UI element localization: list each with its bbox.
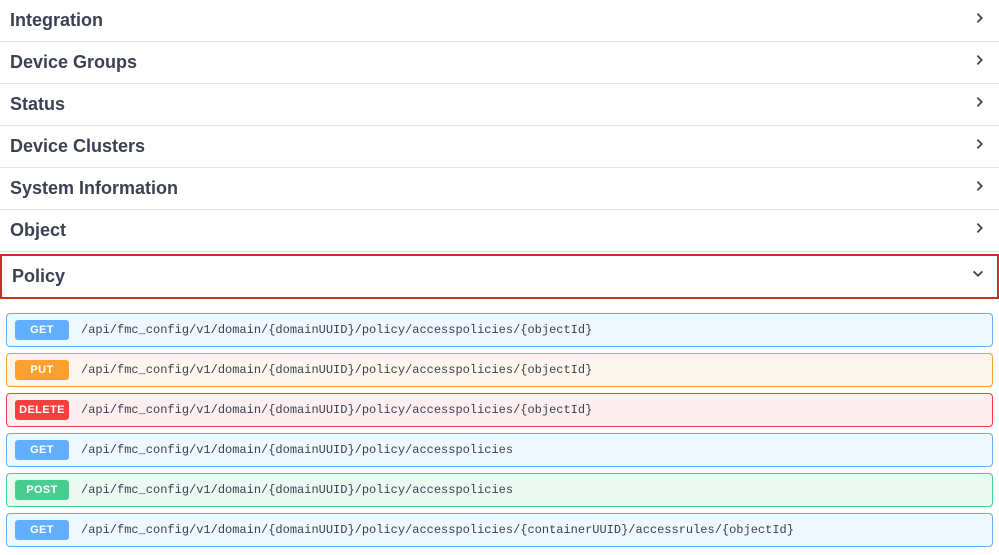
section-label: Device Groups <box>10 52 137 73</box>
section-label: Device Clusters <box>10 136 145 157</box>
method-badge-get: GET <box>15 320 69 340</box>
endpoint-row[interactable]: POST/api/fmc_config/v1/domain/{domainUUI… <box>6 473 993 507</box>
section-label: Policy <box>12 266 65 287</box>
chevron-right-icon <box>973 221 987 240</box>
section-label: Status <box>10 94 65 115</box>
chevron-right-icon <box>973 53 987 72</box>
section-row-policy[interactable]: Policy <box>0 254 999 299</box>
section-row-integration[interactable]: Integration <box>0 0 999 42</box>
chevron-right-icon <box>973 137 987 156</box>
endpoint-path: /api/fmc_config/v1/domain/{domainUUID}/p… <box>81 403 592 417</box>
method-badge-get: GET <box>15 520 69 540</box>
section-label: Integration <box>10 10 103 31</box>
section-label: System Information <box>10 178 178 199</box>
endpoint-path: /api/fmc_config/v1/domain/{domainUUID}/p… <box>81 323 592 337</box>
chevron-down-icon <box>971 267 985 286</box>
section-row-device-clusters[interactable]: Device Clusters <box>0 126 999 168</box>
section-row-device-groups[interactable]: Device Groups <box>0 42 999 84</box>
section-row-status[interactable]: Status <box>0 84 999 126</box>
endpoint-row[interactable]: GET/api/fmc_config/v1/domain/{domainUUID… <box>6 513 993 547</box>
method-badge-delete: DELETE <box>15 400 69 420</box>
sections-list: Integration Device Groups Status Device Clu… <box>0 0 999 299</box>
chevron-right-icon <box>973 11 987 30</box>
chevron-right-icon <box>973 179 987 198</box>
endpoint-path: /api/fmc_config/v1/domain/{domainUUID}/p… <box>81 443 513 457</box>
endpoint-row[interactable]: GET/api/fmc_config/v1/domain/{domainUUID… <box>6 433 993 467</box>
endpoint-row[interactable]: GET/api/fmc_config/v1/domain/{domainUUID… <box>6 313 993 347</box>
section-row-object[interactable]: Object <box>0 210 999 252</box>
endpoint-path: /api/fmc_config/v1/domain/{domainUUID}/p… <box>81 363 592 377</box>
endpoints-list: GET/api/fmc_config/v1/domain/{domainUUID… <box>0 303 999 555</box>
endpoint-row[interactable]: DELETE/api/fmc_config/v1/domain/{domainU… <box>6 393 993 427</box>
section-row-system-information[interactable]: System Information <box>0 168 999 210</box>
endpoint-path: /api/fmc_config/v1/domain/{domainUUID}/p… <box>81 483 513 497</box>
method-badge-post: POST <box>15 480 69 500</box>
method-badge-put: PUT <box>15 360 69 380</box>
endpoint-path: /api/fmc_config/v1/domain/{domainUUID}/p… <box>81 523 794 537</box>
method-badge-get: GET <box>15 440 69 460</box>
section-label: Object <box>10 220 66 241</box>
endpoint-row[interactable]: PUT/api/fmc_config/v1/domain/{domainUUID… <box>6 353 993 387</box>
chevron-right-icon <box>973 95 987 114</box>
